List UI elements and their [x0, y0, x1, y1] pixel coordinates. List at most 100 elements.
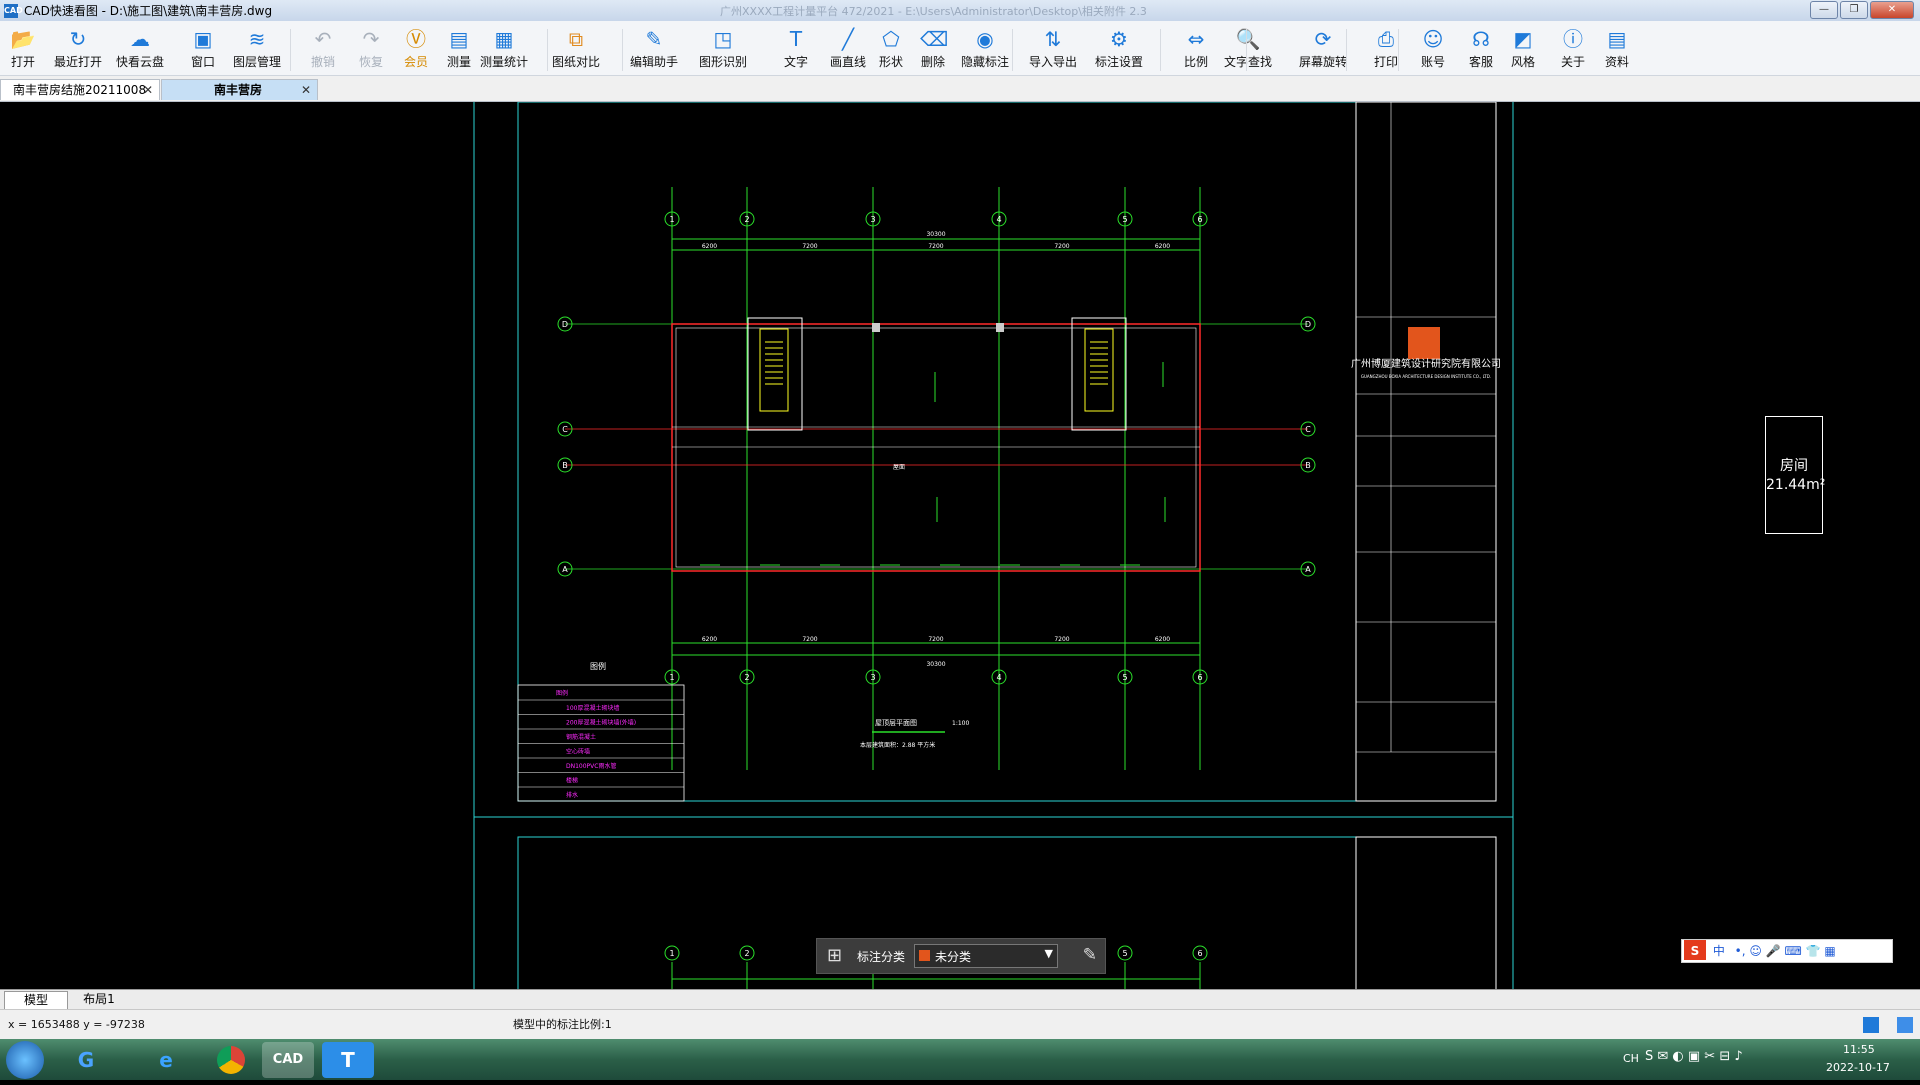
dim-span-label: 7200 — [928, 636, 943, 643]
edit-icon[interactable]: ✎ — [1083, 945, 1097, 965]
ime-tools-icons[interactable]: •, ☺ 🎤 ⌨ 👕 ▦ — [1735, 944, 1836, 958]
category-selected-value: 未分类 — [935, 950, 972, 964]
drawing-canvas[interactable]: 广州博厦建筑设计研究院有限公司 GUANGZHOU BOXIA ARCHITEC… — [0, 102, 1920, 989]
pdf-icon[interactable] — [1863, 1017, 1879, 1033]
toolbar-label: 编辑助手 — [629, 55, 678, 69]
axis-bubble-label: 3 — [870, 215, 875, 224]
toolbar-text-search-button[interactable]: 🔍 文字查找 — [1222, 24, 1274, 74]
legend-item: 空心砖墙 — [566, 748, 590, 756]
toolbar-annotation-settings-button[interactable]: ⚙ 标注设置 — [1093, 24, 1145, 74]
toolbar-label: 屏幕旋转 — [1298, 55, 1347, 69]
toolbar-separator — [1346, 29, 1347, 71]
toolbar-window-button[interactable]: ▣ 窗口 — [177, 24, 229, 74]
clock-date[interactable]: 2022-10-17 — [1826, 1061, 1890, 1074]
tab-nanfeng[interactable]: 南丰营房 ✕ — [161, 79, 318, 100]
grid-toggle-icon[interactable] — [1897, 1017, 1913, 1033]
main-toolbar: 📂 打开 ↻ 最近打开 ☁ 快看云盘 ▣ 窗口 ≋ 图层管理 ↶ 撤销 ↷ 恢复 Ⓥ 会员 ▤ 测量 ▦ 测量统计 ⧉ 图… — [0, 21, 1920, 76]
edit-assistant-icon: ✎ — [645, 27, 663, 51]
dim-span-label: 7200 — [1054, 636, 1069, 643]
tray-icons[interactable]: S ✉ ◐ ▣ ✂ ⊟ ♪ — [1645, 1049, 1743, 1064]
toolbar-separator — [1246, 29, 1247, 71]
scale-icon: ⇔ — [1187, 27, 1205, 51]
ime-mode[interactable]: 中 — [1713, 944, 1725, 958]
tab-nanfeng-structure[interactable]: 南丰营房结施20211008 ✕ — [0, 79, 160, 100]
toolbar-docs-button[interactable]: ▤ 资料 — [1591, 24, 1643, 74]
dim-span-label: 6200 — [702, 636, 717, 643]
headset-icon: ☊ — [1472, 27, 1490, 51]
start-button[interactable] — [6, 1041, 44, 1079]
toolbar-text-button[interactable]: T 文字 — [770, 24, 822, 74]
room-label-box[interactable]: 房间 21.44m² — [1765, 416, 1825, 534]
toolbar-style-button[interactable]: ◩ 风格 — [1497, 24, 1549, 74]
account-icon: ☺ — [1422, 27, 1444, 51]
toolbar-scale-button[interactable]: ⇔ 比例 — [1170, 24, 1222, 74]
close-tab-icon[interactable]: ✕ — [301, 80, 311, 101]
toolbar-import-export-button[interactable]: ⇅ 导入导出 — [1027, 24, 1079, 74]
axis-bubble-label: C — [562, 425, 568, 434]
gadget-icon[interactable]: G — [60, 1042, 112, 1078]
hide-annotation-icon: ◉ — [976, 27, 994, 51]
grid-icon[interactable]: ⊞ — [827, 945, 842, 966]
ie-icon[interactable]: e — [140, 1042, 192, 1078]
axis-bubble-label: A — [562, 565, 568, 574]
toolbar-shape-recognize-button[interactable]: ◳ 图形识别 — [697, 24, 749, 74]
style-icon: ◩ — [1513, 27, 1533, 51]
toolbar-label: 窗口 — [190, 55, 215, 69]
dim-span-label: 6200 — [702, 243, 717, 250]
toolbar-undo-button[interactable]: ↶ 撤销 — [297, 24, 349, 74]
tab-layout1[interactable]: 布局1 — [68, 991, 130, 1008]
axis-bubble-label: 6 — [1197, 215, 1202, 224]
toolbar-label: 风格 — [1510, 55, 1535, 69]
axis-bubble-label: 1 — [669, 949, 674, 958]
window-controls: — ❐ ✕ — [1810, 1, 1914, 19]
annotation-category-select[interactable]: 未分类 ▼ — [914, 944, 1058, 968]
chevron-down-icon: ▼ — [1044, 947, 1053, 960]
toolbar-printer-button[interactable]: ⎙ 打印 — [1360, 24, 1412, 74]
axis-bubble-label: B — [1305, 461, 1311, 470]
axis-bubble-label: 5 — [1122, 673, 1127, 682]
toolbar-folder-open-button[interactable]: 📂 打开 — [0, 24, 49, 74]
chrome-icon[interactable] — [205, 1042, 257, 1078]
axis-bubble-label: 6 — [1197, 673, 1202, 682]
toolbar-rotate-screen-button[interactable]: ⟳ 屏幕旋转 — [1297, 24, 1349, 74]
tray-language[interactable]: CH — [1623, 1052, 1639, 1065]
cad-viewer-taskbar-icon[interactable]: CAD — [262, 1042, 314, 1078]
window-title: CAD快速看图 - D:\施工图\建筑\南丰营房.dwg — [24, 4, 273, 18]
toolbar-recent-button[interactable]: ↻ 最近打开 — [52, 24, 104, 74]
toolbar-compare-button[interactable]: ⧉ 图纸对比 — [550, 24, 602, 74]
toolbar-label: 测量统计 — [479, 55, 528, 69]
windows-taskbar: G e CAD T CH S ✉ ◐ ▣ ✂ ⊟ ♪ 11:55 2022-10… — [0, 1039, 1920, 1080]
legend-header: 图例 — [556, 689, 568, 697]
title-bar: CAD CAD快速看图 - D:\施工图\建筑\南丰营房.dwg 广州XXXX工… — [0, 0, 1920, 22]
cloud-icon: ☁ — [130, 27, 150, 51]
toolbar-account-button[interactable]: ☺ 账号 — [1407, 24, 1459, 74]
layers-icon: ≋ — [248, 27, 266, 51]
toolbar-label: 快看云盘 — [115, 55, 164, 69]
toolbar-label: 打开 — [10, 55, 35, 69]
toolbar-hide-annotation-button[interactable]: ◉ 隐藏标注 — [959, 24, 1011, 74]
toolbar-label: 图层管理 — [232, 55, 281, 69]
toolbar-cloud-button[interactable]: ☁ 快看云盘 — [114, 24, 166, 74]
legend-item: DN100PVC雨水管 — [566, 762, 616, 770]
close-tab-icon[interactable]: ✕ — [143, 80, 153, 101]
import-export-icon: ⇅ — [1044, 27, 1062, 51]
toolbar-separator — [1398, 29, 1399, 71]
t-app-icon[interactable]: T — [322, 1042, 374, 1078]
background-window-title: 广州XXXX工程计量平台 472/2021 - E:\Users\Adminis… — [720, 5, 1147, 18]
toolbar-layers-button[interactable]: ≋ 图层管理 — [231, 24, 283, 74]
redo-icon: ↷ — [362, 27, 380, 51]
text-search-icon: 🔍 — [1235, 27, 1261, 51]
window-icon: ▣ — [193, 27, 213, 51]
toolbar-separator — [1012, 29, 1013, 71]
tab-model[interactable]: 模型 — [4, 991, 68, 1010]
clock-time[interactable]: 11:55 — [1843, 1043, 1875, 1056]
minimize-button[interactable]: — — [1810, 1, 1838, 19]
close-button[interactable]: ✕ — [1870, 1, 1914, 19]
shape-recognize-icon: ◳ — [713, 27, 733, 51]
toolbar-eraser-button[interactable]: ⌫ 删除 — [907, 24, 959, 74]
maximize-button[interactable]: ❐ — [1840, 1, 1868, 19]
sogou-icon[interactable]: S — [1684, 940, 1706, 960]
toolbar-measure-stats-button[interactable]: ▦ 测量统计 — [478, 24, 530, 74]
toolbar-edit-assistant-button[interactable]: ✎ 编辑助手 — [628, 24, 680, 74]
toolbar-label: 文字 — [783, 55, 808, 69]
